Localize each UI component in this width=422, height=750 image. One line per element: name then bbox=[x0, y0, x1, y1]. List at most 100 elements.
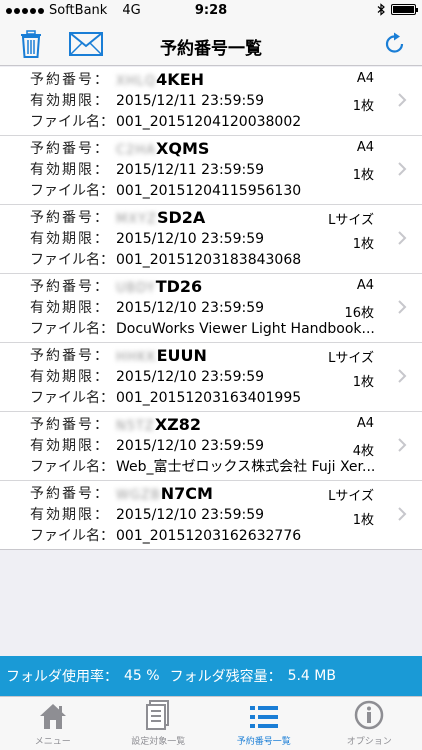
filename-line: ファイル名： 001_20151204115956130 bbox=[30, 182, 301, 200]
filename-line: ファイル名： 001_20151203163401995 bbox=[30, 389, 301, 407]
expiry-label: 有効期限： bbox=[30, 93, 110, 109]
tab-settings-targets[interactable]: 設定対象一覧 bbox=[106, 697, 212, 750]
list-item[interactable]: 予約番号： C2HAXQMS 有効期限： 2015/12/11 23:59:59 フ… bbox=[0, 136, 422, 205]
reservation-code: C2HAXQMS bbox=[116, 140, 209, 160]
tab-options[interactable]: オプション bbox=[317, 697, 422, 750]
expiry-line: 有効期限： 2015/12/10 23:59:59 bbox=[30, 437, 264, 455]
masked-code: N5TZ bbox=[116, 419, 155, 434]
expiry-label: 有効期限： bbox=[30, 507, 110, 523]
expiry-label: 有効期限： bbox=[30, 162, 110, 178]
document-icon bbox=[146, 700, 170, 730]
code-visible: 4KEH bbox=[156, 70, 205, 89]
code-visible: XQMS bbox=[156, 139, 210, 158]
code-visible: XZ82 bbox=[154, 415, 202, 434]
expiry-label: 有効期限： bbox=[30, 438, 110, 454]
tab-menu[interactable]: メニュー bbox=[0, 697, 106, 750]
paper-size: Lサイズ bbox=[328, 351, 374, 366]
expiry-value: 2015/12/10 23:59:59 bbox=[116, 507, 265, 523]
usage-label: フォルダ使用率： bbox=[6, 669, 118, 685]
expiry-label: 有効期限： bbox=[30, 300, 110, 316]
expiry-line: 有効期限： 2015/12/10 23:59:59 bbox=[30, 506, 264, 524]
tab-label: 予約番号一覧 bbox=[236, 737, 291, 747]
filename-value: 001_20151203163401995 bbox=[116, 390, 302, 406]
list-icon bbox=[249, 706, 278, 728]
expiry-line: 有効期限： 2015/12/10 23:59:59 bbox=[30, 299, 264, 317]
filename-label: ファイル名： bbox=[30, 390, 114, 406]
code-visible: SD2A bbox=[156, 208, 206, 227]
reservation-list: 予約番号： XHLQ4KEH 有効期限： 2015/12/11 23:59:59 フ… bbox=[0, 67, 422, 550]
info-icon bbox=[355, 700, 384, 730]
refresh-icon bbox=[385, 32, 404, 53]
expiry-value: 2015/12/10 23:59:59 bbox=[116, 369, 265, 385]
expiry-label: 有効期限： bbox=[30, 369, 110, 385]
page-count: 1枚 bbox=[352, 99, 374, 114]
paper-size: Lサイズ bbox=[328, 489, 374, 504]
masked-code: HHKK bbox=[116, 350, 157, 365]
reservation-code: WGZBN7CM bbox=[116, 485, 213, 505]
reservation-label: 予約番号： bbox=[30, 279, 110, 295]
filename-label: ファイル名： bbox=[30, 252, 114, 268]
reservation-line: 予約番号： XHLQ4KEH bbox=[30, 71, 204, 90]
reservation-code: MXYZSD2A bbox=[116, 209, 205, 229]
list-item[interactable]: 予約番号： XHLQ4KEH 有効期限： 2015/12/11 23:59:59 フ… bbox=[0, 67, 422, 136]
refresh-button[interactable] bbox=[378, 28, 412, 60]
filename-line: ファイル名： DocuWorks Viewer Light Handbook... bbox=[30, 320, 375, 338]
chevron-right-icon bbox=[398, 300, 407, 314]
tab-label: オプション bbox=[346, 737, 392, 747]
list-item[interactable]: 予約番号： WGZBN7CM 有効期限： 2015/12/10 23:59:59 フ… bbox=[0, 481, 422, 550]
paper-size: A4 bbox=[356, 416, 374, 431]
home-icon bbox=[39, 704, 66, 729]
reservation-code: N5TZXZ82 bbox=[116, 416, 201, 436]
chevron-right-icon bbox=[398, 369, 407, 383]
filename-label: ファイル名： bbox=[30, 114, 114, 130]
tab-bar: メニュー 設定対象一覧 予約番号一覧 オプション bbox=[0, 696, 422, 750]
status-bar: SoftBank 4G 9:28 bbox=[0, 0, 422, 22]
expiry-value: 2015/12/10 23:59:59 bbox=[116, 300, 265, 316]
paper-size: A4 bbox=[356, 140, 374, 155]
page-title: 予約番号一覧 bbox=[160, 39, 262, 59]
filename-line: ファイル名： Web_富士ゼロックス株式会社 Fuji Xer... bbox=[30, 458, 375, 476]
masked-code: MXYZ bbox=[116, 212, 157, 227]
reservation-code: UBDYTD26 bbox=[116, 278, 202, 298]
code-visible: N7CM bbox=[160, 484, 213, 503]
remaining-value: 5.4 MB bbox=[287, 668, 336, 684]
expiry-value: 2015/12/11 23:59:59 bbox=[116, 93, 265, 109]
list-item[interactable]: 予約番号： UBDYTD26 有効期限： 2015/12/10 23:59:59 フ… bbox=[0, 274, 422, 343]
list-item[interactable]: 予約番号： HHKKEUUN 有効期限： 2015/12/10 23:59:59 フ… bbox=[0, 343, 422, 412]
filename-label: ファイル名： bbox=[30, 183, 114, 199]
filename-label: ファイル名： bbox=[30, 459, 114, 475]
reservation-code: HHKKEUUN bbox=[116, 347, 207, 367]
reservation-label: 予約番号： bbox=[30, 72, 110, 88]
paper-size: A4 bbox=[356, 71, 374, 86]
tab-label: 設定対象一覧 bbox=[131, 737, 186, 747]
expiry-value: 2015/12/10 23:59:59 bbox=[116, 438, 265, 454]
page-count: 1枚 bbox=[352, 237, 374, 252]
page-count: 1枚 bbox=[352, 375, 374, 390]
reservation-label: 予約番号： bbox=[30, 417, 110, 433]
bluetooth-icon bbox=[377, 3, 385, 16]
reservation-line: 予約番号： MXYZSD2A bbox=[30, 209, 205, 228]
page-count: 1枚 bbox=[352, 513, 374, 528]
tab-reservation-list[interactable]: 予約番号一覧 bbox=[211, 697, 317, 750]
code-visible: EUUN bbox=[156, 346, 207, 365]
filename-line: ファイル名： 001_20151203162632776 bbox=[30, 527, 301, 545]
filename-value: 001_20151204120038002 bbox=[116, 114, 302, 130]
masked-code: UBDY bbox=[116, 281, 156, 296]
masked-code: WGZB bbox=[116, 488, 161, 503]
paper-size: Lサイズ bbox=[328, 213, 374, 228]
masked-code: XHLQ bbox=[116, 74, 157, 89]
chevron-right-icon bbox=[398, 438, 407, 452]
list-item[interactable]: 予約番号： MXYZSD2A 有効期限： 2015/12/10 23:59:59 フ… bbox=[0, 205, 422, 274]
filename-label: ファイル名： bbox=[30, 528, 114, 544]
expiry-line: 有効期限： 2015/12/10 23:59:59 bbox=[30, 368, 264, 386]
expiry-line: 有効期限： 2015/12/11 23:59:59 bbox=[30, 92, 264, 110]
reservation-label: 予約番号： bbox=[30, 141, 110, 157]
reservation-code: XHLQ4KEH bbox=[116, 71, 204, 91]
expiry-line: 有効期限： 2015/12/10 23:59:59 bbox=[30, 230, 264, 248]
page-count: 16枚 bbox=[344, 306, 374, 321]
reservation-label: 予約番号： bbox=[30, 210, 110, 226]
reservation-label: 予約番号： bbox=[30, 348, 110, 364]
expiry-label: 有効期限： bbox=[30, 231, 110, 247]
list-item[interactable]: 予約番号： N5TZXZ82 有効期限： 2015/12/10 23:59:59 フ… bbox=[0, 412, 422, 481]
reservation-line: 予約番号： UBDYTD26 bbox=[30, 278, 202, 297]
